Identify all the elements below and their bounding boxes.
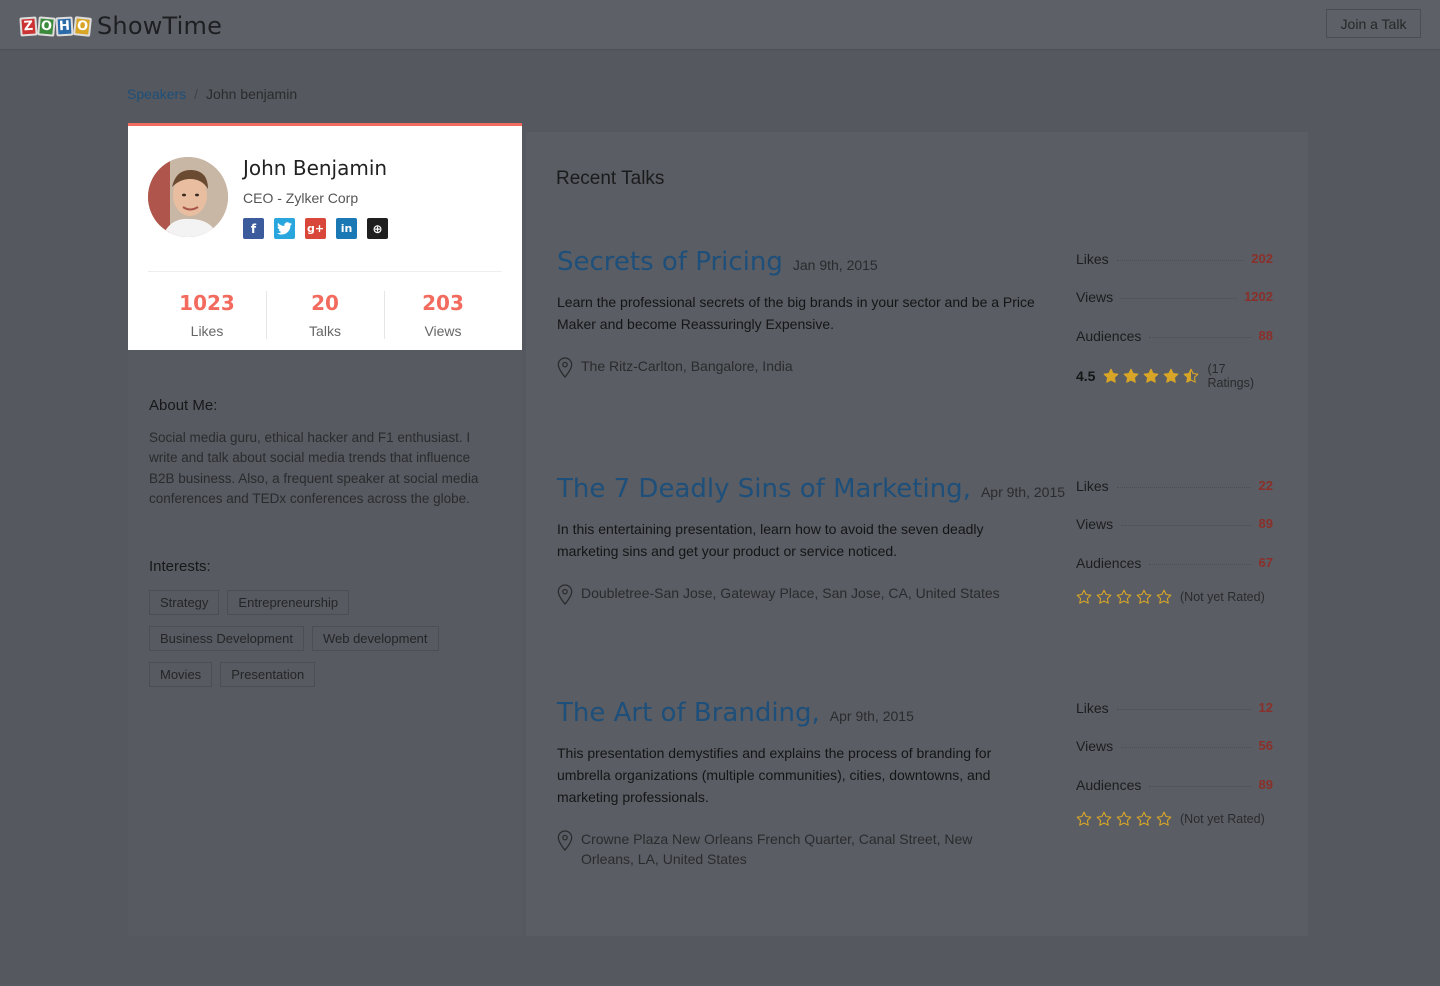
breadcrumb-speakers-link[interactable]: Speakers (127, 86, 186, 102)
breadcrumb: Speakers / John benjamin (127, 86, 297, 102)
interest-tags: Strategy Entrepreneurship Business Devel… (149, 590, 509, 687)
facebook-icon[interactable]: f (243, 218, 264, 239)
talk-metrics: Likes 202 Views 1202 Audiences 88 4.5 (17 R… (1076, 251, 1273, 390)
metric-likes: Likes 12 (1076, 700, 1273, 716)
zoho-showtime-logo[interactable]: Z O H O ShowTime (19, 12, 223, 40)
rating-stars[interactable] (1103, 368, 1199, 384)
stat-likes-label: Likes (190, 323, 224, 339)
speaker-title: CEO - Zylker Corp (243, 190, 359, 206)
twitter-icon[interactable] (274, 218, 295, 239)
speaker-profile-card: John Benjamin CEO - Zylker Corp f g+ in … (128, 123, 522, 350)
about-heading: About Me: (149, 397, 218, 414)
talk-title: The Art of Branding, (557, 698, 820, 728)
metric-likes: Likes 202 (1076, 251, 1273, 267)
speaker-stats: 1023 Likes 20 Talks 203 Views (148, 291, 502, 339)
talk-metrics: Likes 12 Views 56 Audiences 89 (Not yet Rat… (1076, 700, 1273, 827)
talk-description: Learn the professional secrets of the bi… (557, 294, 1035, 332)
talk-location-text: Doubletree-San Jose, Gateway Place, San … (581, 585, 1000, 601)
talk-location-text: Crowne Plaza New Orleans French Quarter,… (581, 831, 973, 867)
talk-title-link[interactable]: Secrets of Pricing Jan 9th, 2015 (557, 247, 878, 277)
talk-title: The 7 Deadly Sins of Marketing, (557, 474, 971, 504)
talk-metrics: Likes 22 Views 89 Audiences 67 (Not yet Rat… (1076, 478, 1273, 605)
metric-likes: Likes 22 (1076, 478, 1273, 494)
talk-location-text: The Ritz-Carlton, Bangalore, India (581, 358, 793, 374)
social-links: f g+ in ⊕ (243, 218, 388, 239)
star-full-icon[interactable] (1143, 368, 1159, 384)
website-icon[interactable]: ⊕ (367, 218, 388, 239)
interest-tag[interactable]: Web development (311, 626, 439, 651)
stat-talks: 20 Talks (266, 291, 384, 339)
recent-talks-heading: Recent Talks (556, 168, 665, 189)
metric-audiences: Audiences 89 (1076, 776, 1273, 793)
rating-value: 4.5 (1076, 367, 1096, 384)
breadcrumb-separator: / (194, 86, 199, 102)
star-full-icon[interactable] (1123, 368, 1139, 384)
join-talk-button[interactable]: Join a Talk (1326, 9, 1421, 38)
talk-date: Jan 9th, 2015 (792, 257, 878, 273)
breadcrumb-current: John benjamin (206, 86, 298, 102)
card-separator (148, 271, 502, 272)
about-text: Social media guru, ethical hacker and F1… (149, 430, 479, 506)
linkedin-icon[interactable]: in (336, 218, 357, 239)
talk-title-link[interactable]: The Art of Branding, Apr 9th, 2015 (557, 698, 914, 728)
talk-title: Secrets of Pricing (557, 247, 783, 277)
talk-description: This presentation demystifies and explai… (557, 745, 992, 805)
speaker-avatar (148, 157, 228, 237)
talk-date: Apr 9th, 2015 (829, 708, 914, 724)
stat-likes: 1023 Likes (148, 291, 266, 339)
star-full-icon[interactable] (1163, 368, 1179, 384)
twitter-bird-icon (277, 222, 292, 235)
interests-heading: Interests: (149, 558, 211, 575)
column-divider (522, 132, 526, 936)
stat-views-value: 203 (422, 291, 464, 315)
metric-audiences: Audiences 88 (1076, 327, 1273, 344)
stat-talks-value: 20 (311, 291, 339, 315)
star-half-icon[interactable] (1183, 368, 1199, 384)
logo-text: ShowTime (97, 12, 223, 40)
interest-tag[interactable]: Entrepreneurship (227, 590, 350, 615)
stat-talks-label: Talks (309, 323, 341, 339)
stat-views-label: Views (424, 323, 462, 339)
top-header: Z O H O ShowTime Join a Talk (0, 0, 1440, 50)
location-pin-icon (557, 357, 573, 378)
interest-tag[interactable]: Movies (149, 662, 213, 687)
interest-tag[interactable]: Presentation (220, 662, 316, 687)
talk-rating: 4.5 (17 Ratings) (1076, 362, 1273, 390)
metric-audiences: Audiences 67 (1076, 554, 1273, 571)
interest-tag[interactable]: Business Development (149, 626, 304, 651)
metric-views: Views 1202 (1076, 289, 1273, 306)
google-plus-icon[interactable]: g+ (305, 218, 326, 239)
avatar-photo-icon (148, 157, 228, 237)
talk-description: In this entertaining presentation, learn… (557, 521, 984, 559)
metric-views: Views 89 (1076, 516, 1273, 533)
metric-views: Views 56 (1076, 738, 1273, 755)
stat-likes-value: 1023 (179, 291, 235, 315)
talk-date: Apr 9th, 2015 (980, 484, 1066, 500)
location-pin-icon (557, 584, 573, 605)
talk-location: Crowne Plaza New Orleans French Quarter,… (557, 829, 1027, 869)
talk-title-link[interactable]: The 7 Deadly Sins of Marketing, Apr 9th,… (557, 474, 1065, 504)
location-pin-icon (557, 830, 573, 851)
rating-count: (17 Ratings) (1207, 361, 1255, 390)
talk-location: Doubletree-San Jose, Gateway Place, San … (557, 583, 1027, 605)
stat-views: 203 Views (384, 291, 502, 339)
speaker-name: John Benjamin (243, 156, 388, 180)
zoho-logo-icon: Z O H O (19, 15, 92, 37)
interest-tag[interactable]: Strategy (149, 590, 220, 615)
talk-location: The Ritz-Carlton, Bangalore, India (557, 356, 1027, 378)
star-full-icon[interactable] (1103, 368, 1119, 384)
